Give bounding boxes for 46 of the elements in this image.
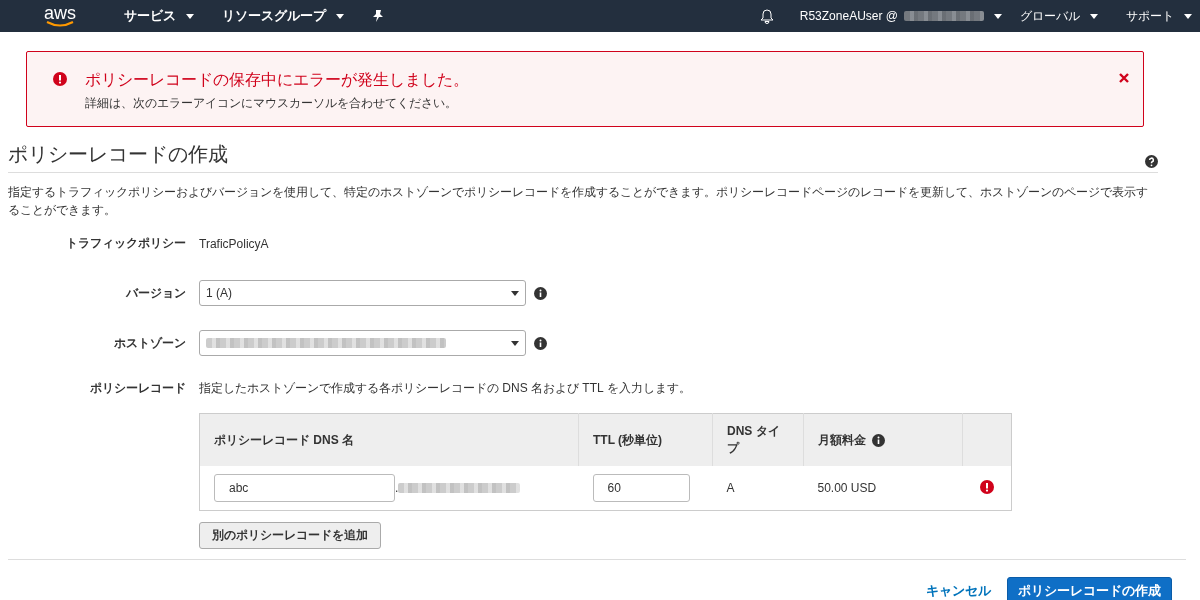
field-hint: 指定したホストゾーンで作成する各ポリシーレコードの DNS 名および TTL を入力します。 <box>199 380 692 397</box>
field-label: ポリシーレコード <box>89 380 186 397</box>
page-description: 指定するトラフィックポリシーおよびバージョンを使用して、特定のホストゾーンでポリシーレコードを作成することができます。ポリシーレコードページのレコードを更新して、ホストゾーンのページで表示することができます。 <box>8 184 1149 219</box>
caret-icon <box>336 13 344 19</box>
alert-message: 詳細は、次のエラーアイコンにマウスカーソルを合わせてください。 <box>85 95 458 112</box>
caret-icon <box>511 340 519 346</box>
field-label: ホストゾーン <box>113 334 186 352</box>
caret-icon <box>994 13 1002 19</box>
caret-icon <box>511 290 519 296</box>
error-icon <box>979 479 994 494</box>
info-icon <box>534 286 547 300</box>
close-icon <box>1119 73 1129 83</box>
cancel-link[interactable]: キャンセル <box>926 581 991 600</box>
column-header: 月額料金 <box>803 413 963 466</box>
ttl-field[interactable]: 60 <box>592 474 690 502</box>
field-value: TraficPolicyA <box>199 236 270 251</box>
dns-name-field[interactable]: abc <box>214 474 395 502</box>
caret-icon <box>1184 13 1192 19</box>
table-cell: A <box>712 466 804 511</box>
info-icon <box>872 433 885 447</box>
separator: . <box>395 481 399 495</box>
alert-title: ポリシーレコードの保存中にエラーが発生しました。 <box>85 70 469 90</box>
support-menu[interactable]: サポート <box>1126 7 1192 25</box>
bell-icon[interactable] <box>759 8 774 24</box>
field-label: バージョン <box>125 284 186 302</box>
logo[interactable]: aws <box>44 5 76 21</box>
create-button[interactable]: ポリシーレコードの作成 <box>1007 577 1172 600</box>
caret-icon <box>1090 13 1098 19</box>
pin-icon[interactable] <box>372 10 384 22</box>
nav-menu[interactable]: サービス <box>124 7 194 25</box>
region-menu[interactable]: グローバル <box>1020 7 1098 25</box>
field-label: トラフィックポリシー <box>65 235 186 252</box>
table-cell: 50.00 USD <box>803 466 963 511</box>
error-icon <box>53 72 67 86</box>
caret-icon <box>186 13 194 19</box>
nav-menu[interactable]: リソースグループ <box>222 7 344 25</box>
page-title: ポリシーレコードの作成 <box>8 142 228 167</box>
help-icon[interactable] <box>1145 155 1158 168</box>
info-icon <box>534 336 547 350</box>
add-record-button[interactable]: 別のポリシーレコードを追加 <box>199 522 381 549</box>
column-header: DNS タイプ <box>712 413 804 466</box>
smile-icon <box>46 21 74 27</box>
column-header: TTL (秒単位) <box>578 413 713 466</box>
user-menu[interactable]: R53ZoneAUser @ <box>799 9 898 23</box>
version-select[interactable]: 1 (A) <box>199 280 526 306</box>
column-header: ポリシーレコード DNS 名 <box>199 413 579 466</box>
